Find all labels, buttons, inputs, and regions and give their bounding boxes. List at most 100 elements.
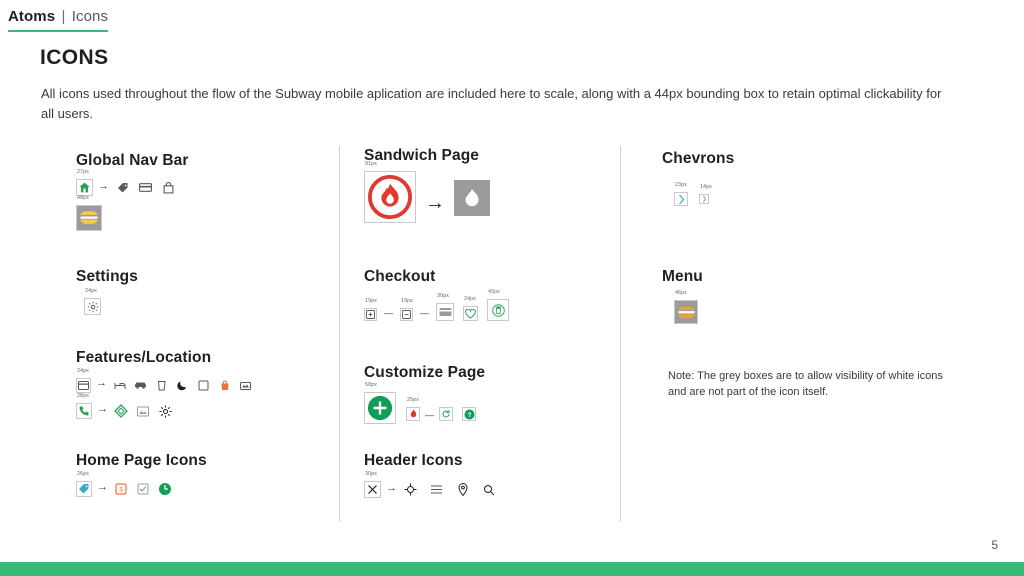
row-separator: —: [384, 308, 393, 318]
check-square-icon-cell[interactable]: [135, 481, 151, 497]
refresh-green-icon: [441, 409, 451, 419]
close-icon: [367, 484, 378, 495]
gear-icon-cell[interactable]: 24px: [84, 288, 101, 315]
moon-icon-cell[interactable]: [175, 378, 190, 393]
group-title: Features/Location: [76, 349, 212, 366]
column-left: Global Nav Bar 27px → 48px Settings 24px…: [76, 142, 336, 522]
cup-icon: [157, 380, 167, 391]
cup-icon-cell[interactable]: [154, 378, 169, 393]
plus-box-icon-cell[interactable]: 19px: [364, 298, 377, 321]
row-arrow: →: [98, 180, 109, 192]
menu-sandwich-icon: [677, 305, 696, 320]
clock-green-icon-cell[interactable]: [157, 481, 173, 497]
wallet-icon: [139, 182, 152, 193]
image-icon: [137, 406, 149, 417]
group-checkout: Checkout 19px — 19px — 30px 24px 43px: [364, 268, 509, 321]
breadcrumb-separator: |: [61, 8, 66, 25]
minus-box-icon-cell[interactable]: 19px: [400, 298, 413, 321]
icon-row: 26px → $: [76, 471, 207, 497]
card-pay-icon-cell[interactable]: 30px: [436, 293, 454, 321]
size-label: 24px: [464, 296, 476, 302]
sandwich-yellow-icon-cell[interactable]: 48px: [76, 195, 102, 231]
diamond-icon-cell[interactable]: [113, 403, 129, 419]
chevron-right-icon-cell[interactable]: 23px: [674, 182, 688, 206]
check-square-icon: [137, 483, 149, 495]
clock-green-icon: [158, 482, 172, 496]
breadcrumb-parent[interactable]: Atoms: [8, 8, 55, 25]
size-label: 19px: [365, 298, 377, 304]
gear-icon: [87, 301, 99, 313]
bed-icon-cell[interactable]: [112, 378, 127, 393]
chevron-right-small-icon-cell[interactable]: 14px: [699, 184, 712, 204]
size-label: 26px: [77, 471, 89, 477]
group-title: Menu: [662, 268, 703, 285]
group-sandwich-page: Sandwich Page 91px →: [364, 147, 490, 223]
column-middle: Sandwich Page 91px → Checkout 19px — 19p…: [364, 142, 620, 522]
tray-icon-cell[interactable]: [238, 378, 253, 393]
square-icon-cell[interactable]: [196, 378, 211, 393]
flame-grey-circle-icon-cell[interactable]: [454, 180, 490, 216]
pin-icon-cell[interactable]: [454, 481, 471, 498]
group-home-page-icons: Home Page Icons 26px → $: [76, 452, 207, 497]
size-label: 19px: [401, 298, 413, 304]
icon-row: 19px — 19px — 30px 24px 43px: [364, 289, 509, 321]
column-divider-1: [339, 146, 340, 522]
trash-green-icon: [491, 303, 505, 318]
wallet-icon-cell[interactable]: [137, 179, 154, 196]
row-arrow: →: [96, 377, 107, 389]
flame-small-icon-cell[interactable]: 25px: [406, 397, 420, 421]
menu-sandwich-icon-cell[interactable]: 46px: [674, 290, 698, 324]
card-icon-cell[interactable]: 24px: [76, 368, 91, 393]
group-title: Header Icons: [364, 452, 463, 469]
icon-row: 23px 14px: [674, 182, 734, 206]
size-label: 30px: [365, 471, 377, 477]
size-label: 23px: [675, 182, 687, 188]
close-icon-cell[interactable]: 30px: [364, 471, 381, 498]
pin-icon: [457, 483, 468, 496]
page-title: ICONS: [40, 46, 109, 69]
plus-circle-green-icon-cell[interactable]: 58px: [364, 382, 396, 424]
flame-red-circle-icon-cell[interactable]: 91px: [364, 161, 416, 223]
group-title: Sandwich Page: [364, 147, 479, 164]
search-icon-cell[interactable]: [480, 481, 497, 498]
size-label: 25px: [407, 397, 419, 403]
search-icon: [483, 484, 495, 496]
icon-row: 46px: [674, 290, 703, 324]
group-title: Customize Page: [364, 364, 486, 381]
moon-icon: [177, 380, 188, 391]
flame-red-circle-icon: [367, 174, 413, 220]
group-menu: Menu 46px: [662, 268, 703, 324]
icon-row: 30px →: [364, 471, 497, 498]
icon-row: 58px 25px — ?: [364, 382, 485, 424]
trash-green-icon-cell[interactable]: 43px: [487, 289, 509, 321]
tray-icon: [240, 381, 251, 391]
group-title: Home Page Icons: [76, 452, 207, 469]
question-green-icon-cell[interactable]: ?: [462, 407, 476, 421]
column-divider-2: [620, 146, 621, 522]
heart-icon-cell[interactable]: 24px: [463, 296, 478, 321]
tag-icon-cell[interactable]: [114, 179, 131, 196]
shopping-bag-icon: [220, 380, 230, 391]
phone-icon-cell[interactable]: 28px: [76, 393, 92, 419]
heart-icon: [465, 308, 476, 319]
bed-icon: [114, 381, 126, 390]
size-label: 27px: [77, 169, 89, 175]
page-intro: All icons used throughout the flow of th…: [41, 86, 942, 121]
sun-icon-cell[interactable]: [157, 403, 173, 419]
car-icon-cell[interactable]: [133, 378, 148, 393]
tag-blue-icon-cell[interactable]: 26px: [76, 471, 92, 497]
tag-blue-icon: [78, 483, 90, 495]
breadcrumb-current[interactable]: Icons: [72, 8, 108, 25]
phone-icon: [78, 405, 90, 417]
icon-row: 27px →: [76, 169, 189, 196]
dollar-icon-cell[interactable]: $: [113, 481, 129, 497]
target-icon-cell[interactable]: [402, 481, 419, 498]
list-icon-cell[interactable]: [428, 481, 445, 498]
bag-icon-cell[interactable]: [160, 179, 177, 196]
group-chevrons: Chevrons 23px 14px: [662, 150, 734, 206]
image-icon-cell[interactable]: [135, 403, 151, 419]
shopping-bag-icon-cell[interactable]: [217, 378, 232, 393]
home-icon-cell[interactable]: 27px: [76, 169, 93, 196]
size-label: 58px: [365, 382, 377, 388]
refresh-green-icon-cell[interactable]: [439, 407, 453, 421]
